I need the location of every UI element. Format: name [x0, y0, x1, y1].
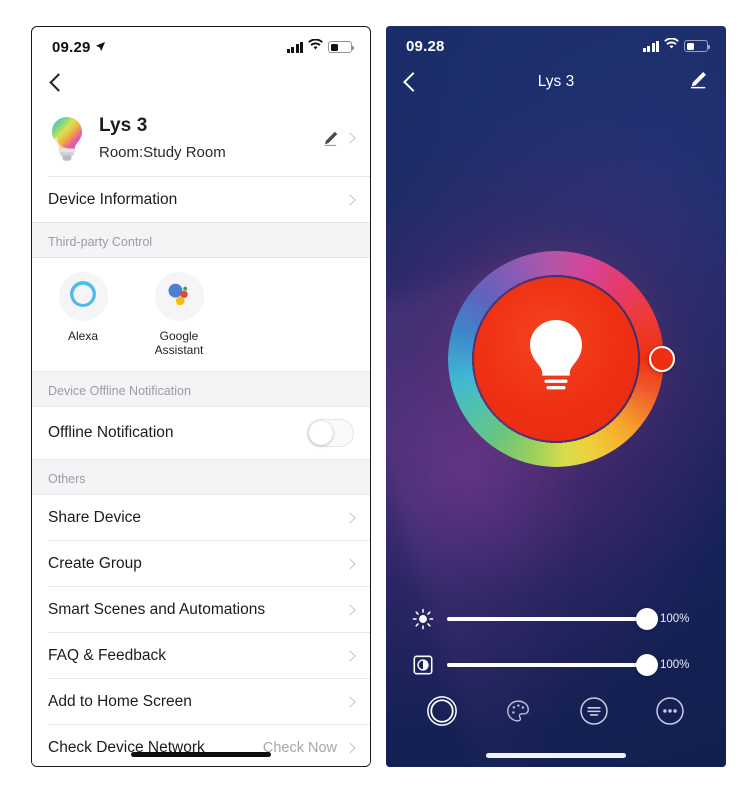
- chevron-right-icon: [344, 695, 356, 708]
- row-share-device[interactable]: Share Device: [32, 495, 370, 540]
- toggle-knob: [309, 421, 333, 445]
- color-wheel-handle[interactable]: [649, 346, 675, 372]
- tab-color[interactable]: [502, 695, 534, 727]
- tab-scene[interactable]: [578, 695, 610, 727]
- pencil-icon: [322, 130, 339, 147]
- navigation-bar-right: Lys 3: [386, 60, 726, 104]
- screenshot-stage: 09.29 Lys 3 Room:Study Room Device Infor…: [0, 0, 753, 793]
- others-list: Share Device Create Group Smart Scenes a…: [32, 495, 370, 766]
- chevron-right-icon: [344, 649, 356, 662]
- cellular-signal-icon: [286, 41, 303, 53]
- slider-group: 100% 100%: [386, 596, 726, 688]
- row-label: Add to Home Screen: [48, 692, 192, 710]
- wifi-icon: [664, 37, 679, 55]
- back-button[interactable]: [50, 73, 62, 93]
- row-device-information[interactable]: Device Information: [32, 177, 370, 222]
- battery-icon: [328, 41, 354, 53]
- brightness-value: 100%: [660, 613, 690, 625]
- google-assistant-badge: [154, 272, 204, 321]
- device-settings-screen: 09.29 Lys 3 Room:Study Room Device Infor…: [31, 26, 371, 767]
- third-party-label: Google Assistant: [144, 329, 214, 357]
- pencil-icon: [688, 71, 708, 94]
- status-bar-left: 09.29: [32, 27, 370, 61]
- color-temperature-slider-track[interactable]: [447, 654, 658, 676]
- chevron-right-icon: [344, 132, 356, 144]
- navigation-bar-left: [32, 61, 370, 105]
- smart-bulb-icon: [48, 114, 86, 162]
- row-check-device-network[interactable]: Check Device Network Check Now: [32, 725, 370, 766]
- row-label: Offline Notification: [48, 424, 174, 441]
- color-temperature-slider-fill: [447, 663, 647, 667]
- light-control-screen: 09.28 Lys 3 100% 100%: [386, 26, 726, 767]
- alexa-badge: [58, 272, 108, 321]
- section-header-offline-notification: Device Offline Notification: [32, 371, 370, 407]
- status-time-wrap: 09.29: [52, 39, 106, 56]
- offline-notification-toggle[interactable]: [307, 419, 354, 447]
- third-party-control-list: Alexa Google Assistant: [32, 258, 370, 371]
- row-offline-notification: Offline Notification: [32, 407, 370, 459]
- location-arrow-icon: [95, 39, 106, 56]
- row-label: FAQ & Feedback: [48, 646, 167, 664]
- row-label: Create Group: [48, 554, 142, 572]
- contrast-square-icon: [412, 654, 434, 676]
- device-room: Room:Study Room: [99, 144, 226, 161]
- color-temperature-slider-row: 100%: [386, 642, 726, 688]
- light-control-content: 09.28 Lys 3 100% 100%: [386, 26, 726, 767]
- device-text-wrap: Lys 3 Room:Study Room: [99, 114, 309, 162]
- row-smart-scenes-and-automations[interactable]: Smart Scenes and Automations: [32, 587, 370, 632]
- bottom-tab-bar: [386, 695, 726, 727]
- brightness-sun-icon: [412, 608, 434, 630]
- status-bar-right: 09.28: [386, 26, 726, 60]
- row-label: Smart Scenes and Automations: [48, 600, 266, 618]
- status-time: 09.28: [406, 37, 445, 55]
- google-assistant-icon: [164, 279, 194, 314]
- device-header-row[interactable]: Lys 3 Room:Study Room: [32, 105, 370, 176]
- home-indicator: [486, 753, 626, 758]
- status-time: 09.29: [52, 38, 91, 56]
- back-button[interactable]: [404, 72, 416, 92]
- status-icons-left: [286, 38, 354, 56]
- color-temperature-value: 100%: [660, 659, 690, 671]
- page-title: Lys 3: [537, 73, 575, 90]
- light-bulb-icon: [519, 316, 593, 403]
- row-label: Device Information: [48, 190, 178, 208]
- google-label-line1: Google: [159, 329, 199, 343]
- chevron-right-icon: [344, 557, 356, 570]
- device-edit-control[interactable]: [322, 130, 356, 147]
- chevron-right-icon: [344, 511, 356, 524]
- brightness-slider-knob[interactable]: [636, 608, 658, 630]
- chevron-right-icon: [344, 603, 356, 616]
- google-label-line2: Assistant: [154, 343, 204, 357]
- row-faq-and-feedback[interactable]: FAQ & Feedback: [32, 633, 370, 678]
- battery-icon: [684, 40, 710, 52]
- check-now-value[interactable]: Check Now: [263, 740, 337, 756]
- chevron-right-icon: [344, 193, 356, 206]
- color-temperature-slider-knob[interactable]: [636, 654, 658, 676]
- status-time-wrap: 09.28: [406, 38, 445, 55]
- row-add-to-home-screen[interactable]: Add to Home Screen: [32, 679, 370, 724]
- section-header-third-party: Third-party Control: [32, 222, 370, 258]
- third-party-item-alexa[interactable]: Alexa: [48, 272, 118, 357]
- color-wheel[interactable]: [448, 251, 675, 467]
- row-create-group[interactable]: Create Group: [32, 541, 370, 586]
- tab-more[interactable]: [654, 695, 686, 727]
- brightness-slider-track[interactable]: [447, 608, 658, 630]
- tab-white-light[interactable]: [426, 695, 458, 727]
- cellular-signal-icon: [642, 40, 659, 52]
- row-label: Share Device: [48, 508, 142, 526]
- status-icons-right: [642, 37, 710, 55]
- section-header-others: Others: [32, 459, 370, 495]
- device-name: Lys 3: [99, 115, 148, 136]
- brightness-slider-row: 100%: [386, 596, 726, 642]
- third-party-label: Alexa: [67, 329, 99, 343]
- third-party-item-google-assistant[interactable]: Google Assistant: [144, 272, 214, 357]
- chevron-right-icon: [344, 741, 356, 754]
- brightness-slider-fill: [447, 617, 647, 621]
- light-power-button[interactable]: [474, 277, 638, 441]
- alexa-icon: [68, 279, 98, 314]
- edit-button[interactable]: [688, 70, 708, 95]
- wifi-icon: [308, 38, 323, 56]
- home-indicator: [131, 752, 271, 757]
